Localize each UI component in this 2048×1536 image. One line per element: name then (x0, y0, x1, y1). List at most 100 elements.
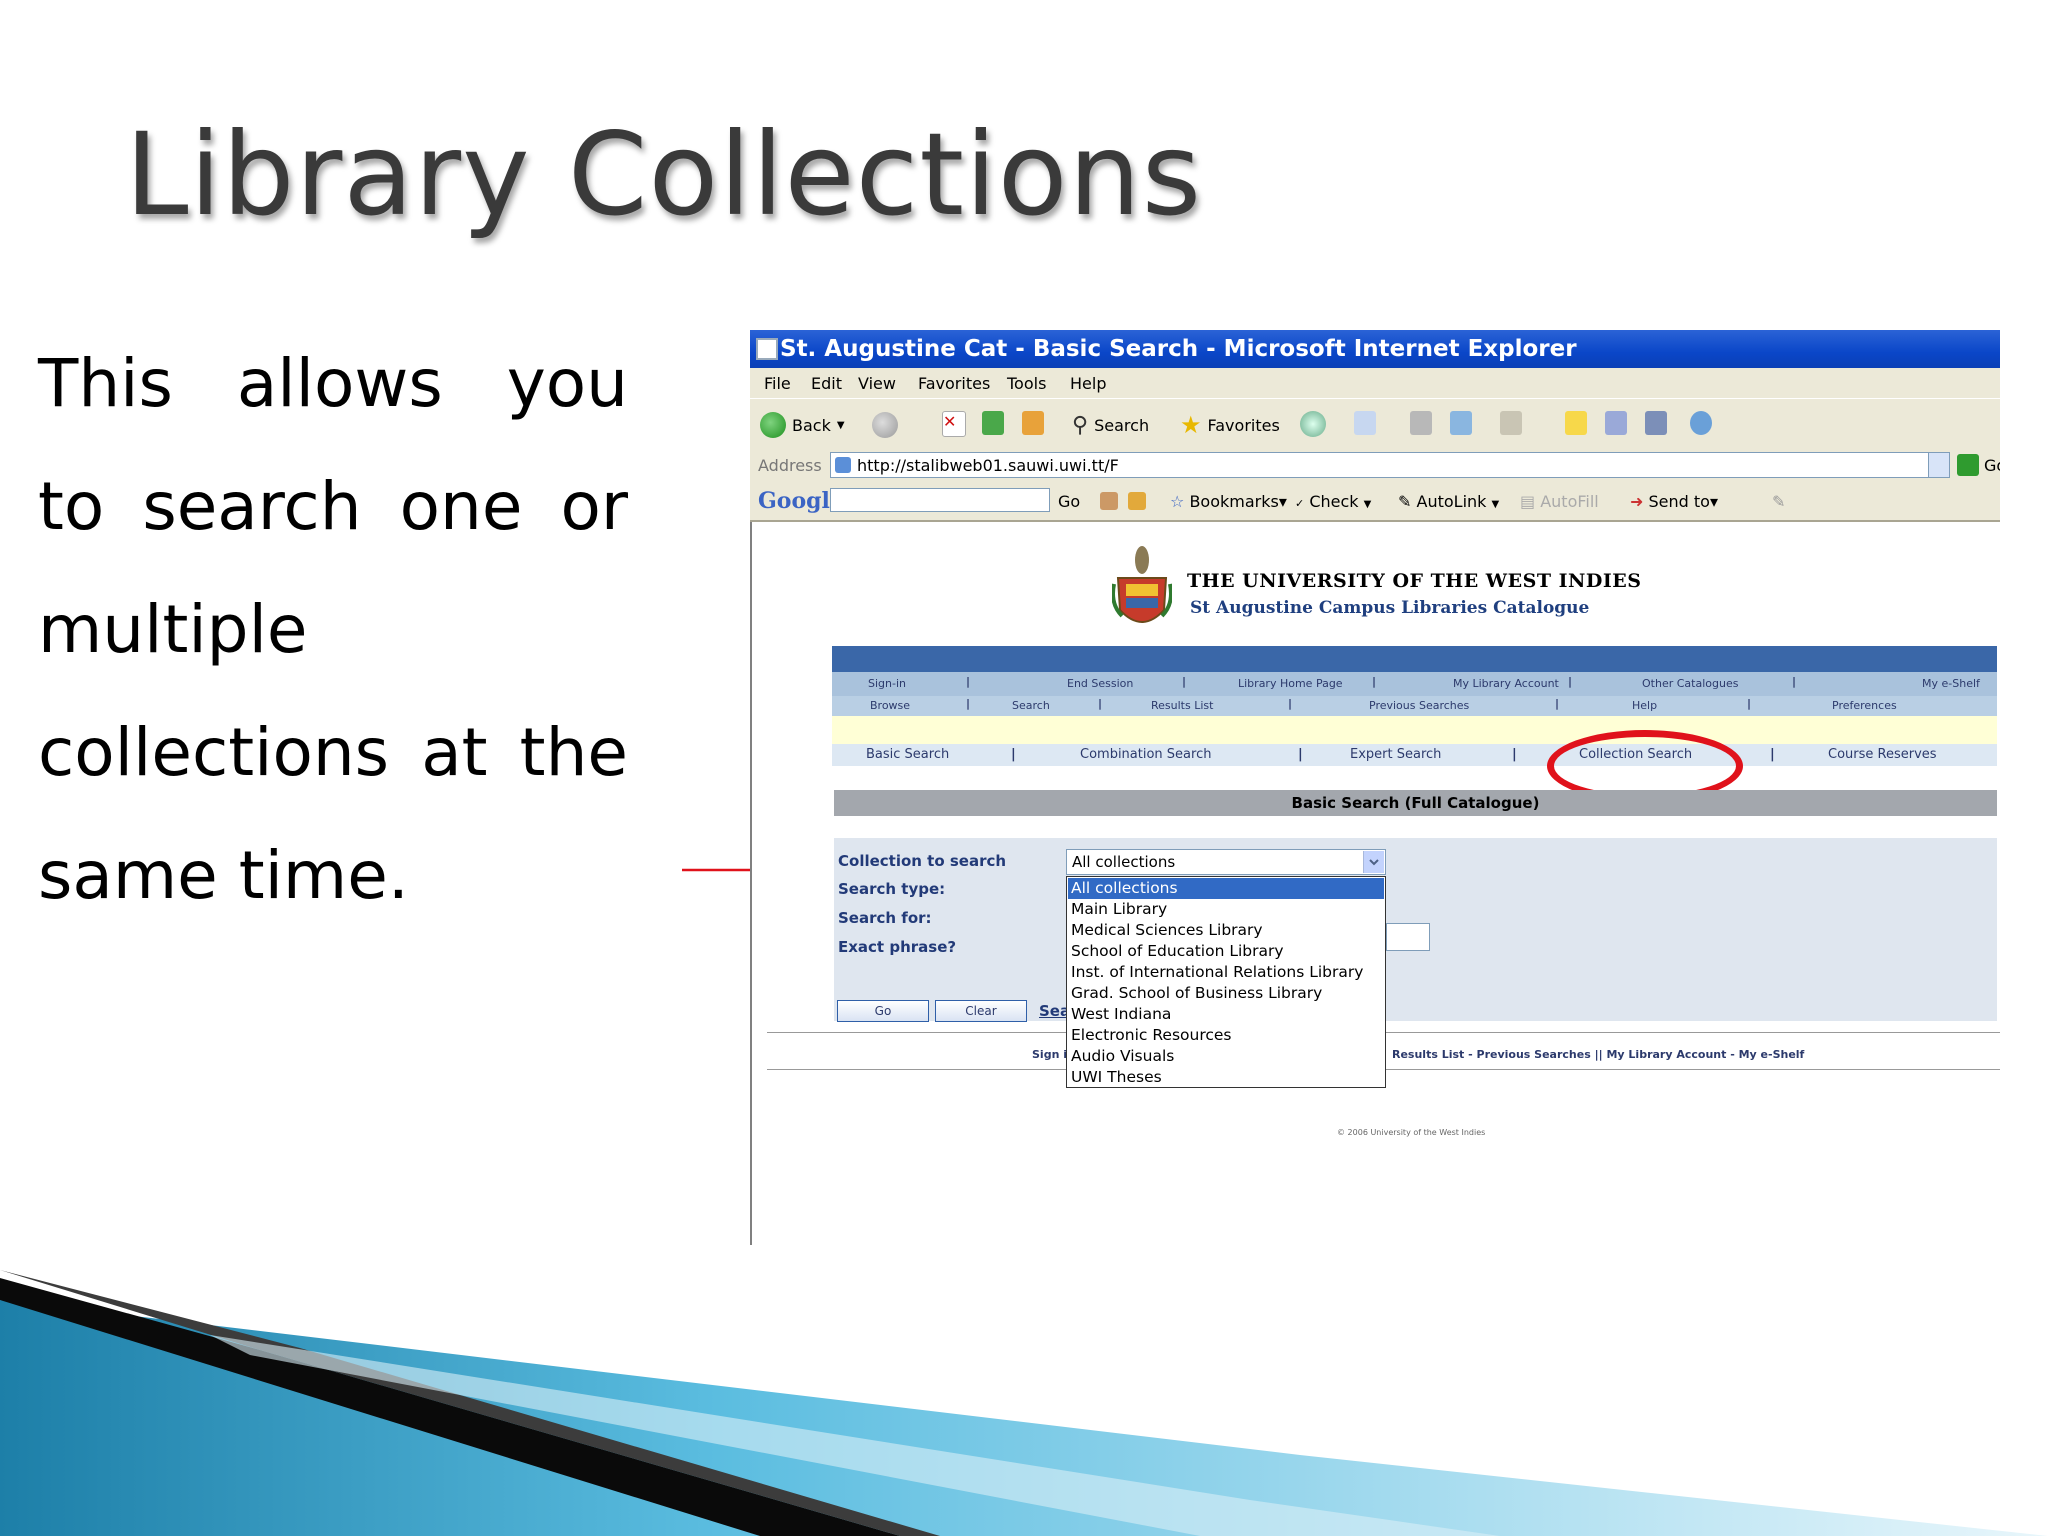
catalogue-name: St Augustine Campus Libraries Catalogue (1190, 598, 1590, 618)
tab-expert-search[interactable]: Expert Search (1350, 747, 1441, 762)
tools-icon[interactable] (1645, 411, 1667, 435)
autofill-button[interactable]: ▤ AutoFill (1520, 492, 1599, 511)
google-toolbar: Google Go ☆ Bookmarks▾ ✓ Check ▼ ✎ AutoL… (750, 482, 2000, 522)
collection-option[interactable]: Grad. School of Business Library (1068, 983, 1384, 1004)
autolink-icon: ✎ (1398, 492, 1412, 511)
nav-other-catalogues[interactable]: Other Catalogues (1642, 677, 1738, 690)
tab-basic-search[interactable]: Basic Search (866, 747, 949, 762)
home-icon[interactable] (1022, 411, 1044, 435)
popup-blocker-icon[interactable] (1128, 492, 1146, 510)
stop-icon[interactable]: ✕ (942, 411, 966, 437)
send-icon: ➜ (1630, 492, 1644, 511)
nav-sign-in[interactable]: Sign-in (868, 677, 906, 690)
pagerank-icon[interactable] (1100, 492, 1118, 510)
web-page: THE UNIVERSITY OF THE WEST INDIES St Aug… (750, 522, 2000, 1245)
menu-edit[interactable]: Edit (811, 374, 842, 393)
pencil-icon[interactable]: ✎ (1772, 492, 1785, 511)
slide-title: Library Collections (125, 108, 1203, 241)
spellcheck-button[interactable]: ✓ Check ▼ (1295, 492, 1371, 511)
bookmarks-button[interactable]: ☆ Bookmarks▾ (1170, 492, 1287, 511)
autolink-button[interactable]: ✎ AutoLink ▼ (1398, 492, 1499, 511)
nav-separator: | (1011, 747, 1016, 762)
collection-select-value: All collections (1072, 853, 1176, 871)
nav-browse[interactable]: Browse (870, 699, 910, 712)
tab-course-reserves[interactable]: Course Reserves (1828, 747, 1937, 762)
search-type-label: Search type: (838, 880, 946, 898)
search-for-input[interactable] (1386, 923, 1430, 951)
nav-separator: | (1372, 675, 1377, 688)
discuss-icon[interactable] (1500, 411, 1522, 435)
body-line-1: This allows you (38, 345, 628, 422)
back-arrow-icon (760, 412, 786, 438)
menu-file[interactable]: File (764, 374, 791, 393)
collection-option[interactable]: Electronic Resources (1068, 1025, 1384, 1046)
menu-help[interactable]: Help (1070, 374, 1106, 393)
collection-select[interactable]: All collections (1066, 849, 1386, 875)
body-line-3: multiple (38, 591, 308, 668)
nav-separator: | (1770, 747, 1775, 762)
back-button[interactable]: Back ▼ (760, 411, 845, 439)
browser-screenshot: St. Augustine Cat - Basic Search - Micro… (750, 330, 2000, 1245)
menu-favorites[interactable]: Favorites (918, 374, 990, 393)
nav-my-library-account[interactable]: My Library Account (1453, 677, 1559, 690)
go-button[interactable]: Go (837, 1000, 929, 1022)
nav-separator: | (1568, 675, 1573, 688)
google-search-input[interactable] (830, 488, 1050, 512)
google-go-button[interactable]: Go (1058, 492, 1080, 511)
browser-title: St. Augustine Cat - Basic Search - Micro… (780, 336, 1577, 362)
nav-search[interactable]: Search (1012, 699, 1050, 712)
collection-option[interactable]: School of Education Library (1068, 941, 1384, 962)
chevron-down-icon[interactable] (1363, 851, 1384, 873)
collection-option[interactable]: UWI Theses (1068, 1067, 1384, 1088)
favorites-button[interactable]: ★ Favorites (1180, 411, 1280, 439)
section-header: Basic Search (Full Catalogue) (834, 790, 1997, 816)
footer-links[interactable]: Results List - Previous Searches || My L… (1392, 1048, 1804, 1061)
body-line-2: to search one or (38, 468, 628, 545)
nav-previous-searches[interactable]: Previous Searches (1369, 699, 1469, 712)
forward-button[interactable] (872, 411, 898, 439)
nav-results-list[interactable]: Results List (1151, 699, 1213, 712)
nav-library-home[interactable]: Library Home Page (1238, 677, 1343, 690)
address-dropdown-icon[interactable] (1928, 453, 1949, 477)
nav-separator: | (966, 697, 971, 710)
address-url: http://stalibweb01.sauwi.uwi.tt/F (857, 456, 1119, 475)
spellcheck-icon: ✓ (1295, 497, 1305, 510)
nav-preferences[interactable]: Preferences (1832, 699, 1897, 712)
collection-option[interactable]: West Indiana (1068, 1004, 1384, 1025)
nav-end-session[interactable]: End Session (1067, 677, 1133, 690)
go-arrow-icon[interactable] (1957, 454, 1979, 476)
history-icon[interactable] (1300, 411, 1326, 437)
menu-tools[interactable]: Tools (1007, 374, 1046, 393)
search-icon: ⚲ (1072, 412, 1089, 438)
search-type-tabs: Basic Search | Combination Search | Expe… (832, 744, 1997, 766)
collection-option[interactable]: Audio Visuals (1068, 1046, 1384, 1067)
send-to-button[interactable]: ➜ Send to▾ (1630, 492, 1718, 511)
contacts-icon[interactable] (1690, 411, 1712, 435)
collection-option[interactable]: Main Library (1068, 899, 1384, 920)
tab-combination-search[interactable]: Combination Search (1080, 747, 1211, 762)
print-icon[interactable] (1410, 411, 1432, 435)
nav-separator: | (1512, 747, 1517, 762)
search-for-label: Search for: (838, 909, 932, 927)
address-input[interactable]: http://stalibweb01.sauwi.uwi.tt/F (830, 452, 1950, 478)
nav-separator: | (1792, 675, 1797, 688)
search-button[interactable]: ⚲ Search (1072, 411, 1149, 439)
body-line-5: same time. (38, 837, 409, 914)
browser-toolbar: Back ▼ ✕ ⚲ Search ★ Favorites (750, 398, 2000, 450)
messenger-icon[interactable] (1450, 411, 1472, 435)
nav-help[interactable]: Help (1632, 699, 1657, 712)
mail-icon[interactable] (1354, 411, 1376, 435)
menu-view[interactable]: View (858, 374, 896, 393)
collection-option[interactable]: Inst. of International Relations Library (1068, 962, 1384, 983)
note-icon[interactable] (1565, 411, 1587, 435)
nav-separator: | (1182, 675, 1187, 688)
clear-button[interactable]: Clear (935, 1000, 1027, 1022)
address-go-label[interactable]: Go (1984, 456, 2000, 475)
research-icon[interactable] (1605, 411, 1627, 435)
collection-option[interactable]: All collections (1068, 878, 1384, 899)
slide-decoration (0, 1270, 2048, 1536)
nav-my-eshelf[interactable]: My e-Shelf (1922, 677, 1980, 690)
collection-option[interactable]: Medical Sciences Library (1068, 920, 1384, 941)
footer-sign-in-link[interactable]: Sign i (1032, 1048, 1067, 1061)
refresh-icon[interactable] (982, 411, 1004, 435)
